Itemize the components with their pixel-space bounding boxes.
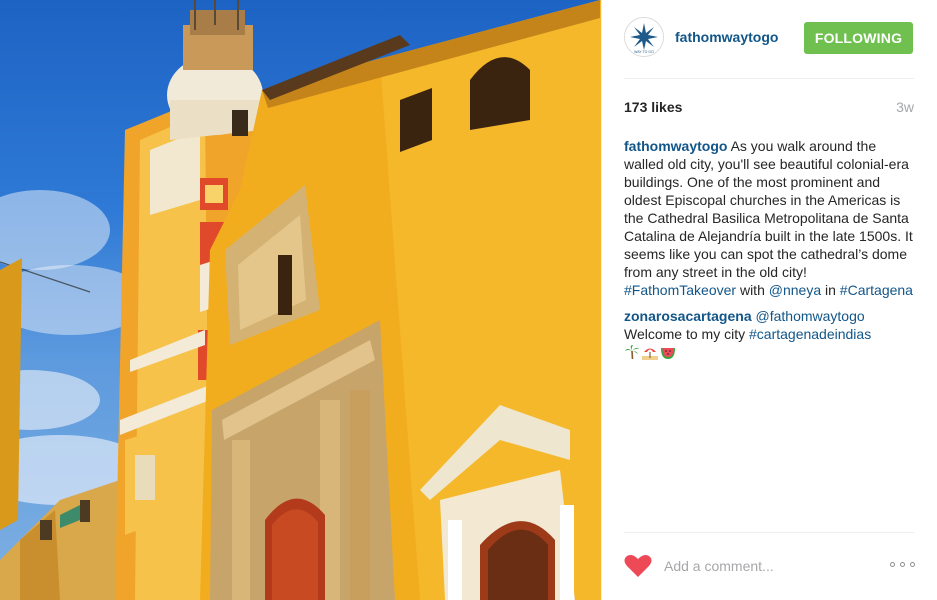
add-comment-input[interactable] xyxy=(664,554,874,578)
hashtag-fathomtakeover[interactable]: #FathomTakeover xyxy=(624,282,736,298)
following-button[interactable]: FOLLOWING xyxy=(804,22,913,54)
hashtag-cartagenadeindias[interactable]: #cartagenadeindias xyxy=(749,326,871,342)
cathedral-photo xyxy=(0,0,601,600)
comments-list: fathomwaytogo As you walk around the wal… xyxy=(624,137,916,369)
divider xyxy=(624,78,914,79)
caption-text-1: As you walk around the walled old city, … xyxy=(624,138,913,280)
caption-comment: fathomwaytogo As you walk around the wal… xyxy=(624,137,916,299)
caption-text-2: with xyxy=(736,282,769,298)
comment-item: zonarosacartagena @fathomwaytogo Welcome … xyxy=(624,307,916,361)
header-username[interactable]: fathomwaytogo xyxy=(675,29,778,45)
hashtag-cartagena[interactable]: #Cartagena xyxy=(840,282,913,298)
likes-row: 173 likes 3w xyxy=(624,99,914,117)
likes-count[interactable]: 173 likes xyxy=(624,99,682,115)
comment-bar xyxy=(624,552,916,580)
comment-text: Welcome to my city xyxy=(624,326,749,342)
beach-umbrella-emoji xyxy=(642,348,658,360)
caption-text-3: in xyxy=(821,282,840,298)
post-timestamp[interactable]: 3w xyxy=(896,99,914,115)
caption-username[interactable]: fathomwaytogo xyxy=(624,138,727,154)
fathom-logo-icon: WAY TO GO xyxy=(625,18,663,56)
comment-emojis xyxy=(624,344,676,360)
palm-tree-emoji xyxy=(625,345,639,360)
mention-nneya[interactable]: @nneya xyxy=(769,282,821,298)
watermelon-emoji xyxy=(661,348,675,359)
post-header: WAY TO GO fathomwaytogo FOLLOWING xyxy=(602,0,937,78)
post-card: WAY TO GO fathomwaytogo FOLLOWING 173 li… xyxy=(0,0,937,600)
avatar[interactable]: WAY TO GO xyxy=(624,17,664,57)
divider xyxy=(624,532,914,533)
more-options-icon[interactable] xyxy=(890,562,916,570)
comment-username[interactable]: zonarosacartagena xyxy=(624,308,752,324)
post-photo[interactable] xyxy=(0,0,601,600)
mention-fathomwaytogo[interactable]: @fathomwaytogo xyxy=(752,308,864,324)
heart-icon[interactable] xyxy=(624,554,652,578)
post-details-panel: WAY TO GO fathomwaytogo FOLLOWING 173 li… xyxy=(601,0,937,600)
avatar-caption: WAY TO GO xyxy=(634,50,654,54)
